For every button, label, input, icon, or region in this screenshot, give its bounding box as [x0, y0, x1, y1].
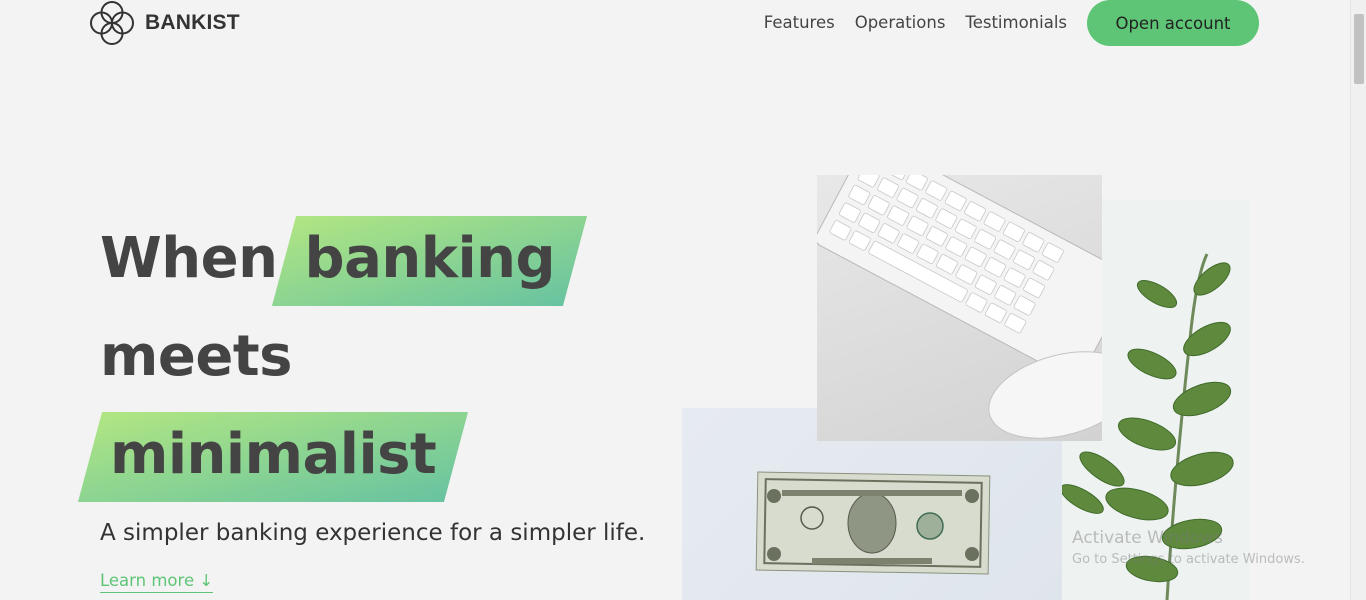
brand-name: BANKIST	[145, 11, 240, 34]
nav-link-features[interactable]: Features	[764, 0, 835, 45]
learn-more-link[interactable]: Learn more ↓	[100, 571, 214, 593]
nav-links: Features Operations Testimonials Open ac…	[764, 0, 1259, 46]
vertical-scrollbar[interactable]	[1350, 0, 1366, 600]
hero-title-word-when: When	[100, 226, 278, 291]
hero-subtitle: A simpler banking experience for a simpl…	[100, 520, 646, 546]
watermark-subtitle: Go to Settings to activate Windows.	[1072, 552, 1305, 567]
nav-link-operations[interactable]: Operations	[855, 0, 946, 45]
navigation-bar: BANKIST Features Operations Testimonials…	[0, 0, 1350, 46]
hero-title-highlight-banking: banking	[304, 210, 555, 308]
open-account-button[interactable]: Open account	[1087, 0, 1259, 46]
hero-title-line-2: meets	[100, 324, 292, 389]
activate-windows-watermark: Activate Windows Go to Settings to activ…	[1072, 528, 1305, 567]
hero-title-line-3: minimalist	[100, 406, 555, 504]
brand-logo[interactable]: BANKIST	[89, 0, 240, 46]
hero-title-highlight-minimalist: minimalist	[110, 406, 437, 504]
four-circles-logo-icon	[90, 1, 134, 45]
hero-title: When banking meets minimalist	[100, 210, 556, 504]
nav-link-testimonials[interactable]: Testimonials	[965, 0, 1067, 45]
keyboard-mouse-image	[817, 175, 1102, 441]
watermark-title: Activate Windows	[1072, 528, 1223, 548]
hero-title-line-1: When banking	[100, 210, 556, 308]
scrollbar-thumb[interactable]	[1354, 14, 1364, 84]
